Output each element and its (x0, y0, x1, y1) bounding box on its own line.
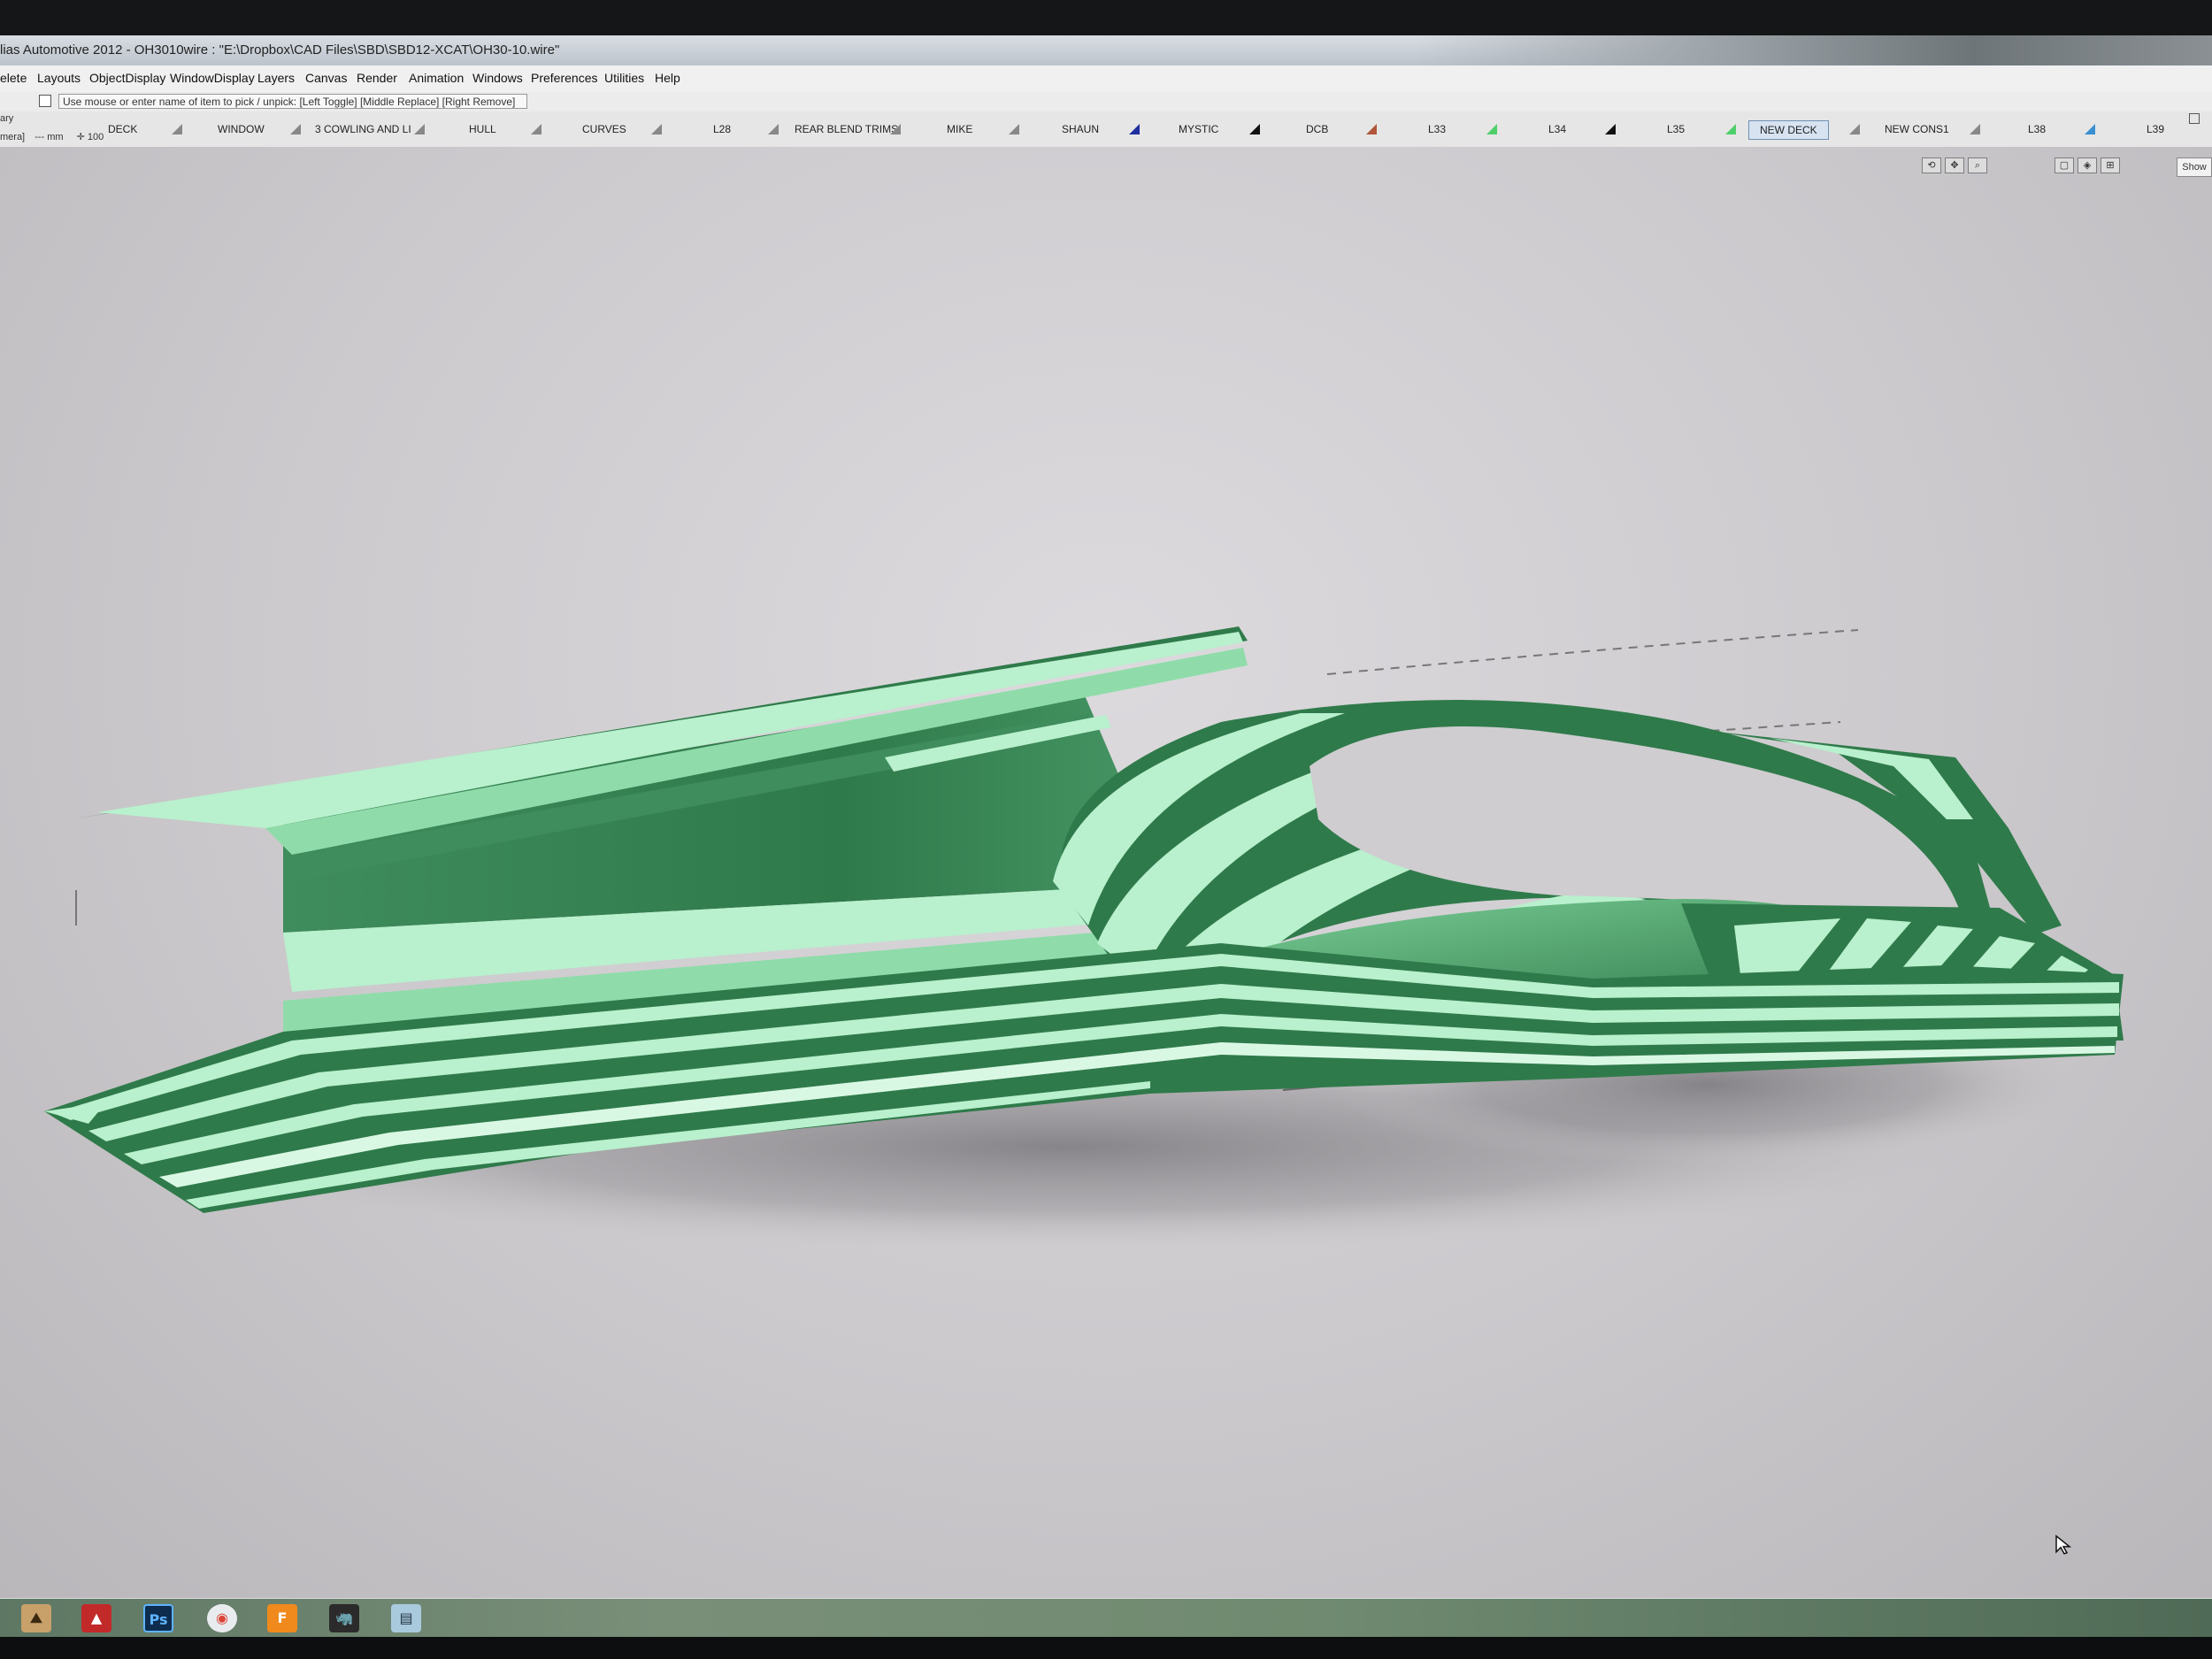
layer-visibility-icon[interactable] (531, 124, 541, 134)
layer-bar: ary mera] --- mm ✛ 100 DECK WINDOW 3 COW… (0, 111, 2212, 148)
camera-tumble-icon[interactable]: ⟲ (1922, 157, 1941, 173)
monitor-bezel (0, 1637, 2212, 1659)
zoom-value: 100 (87, 132, 104, 142)
layer-visibility-icon[interactable] (768, 124, 779, 134)
menu-objectdisplay[interactable]: ObjectDisplay (89, 71, 165, 85)
fusion-icon: F (277, 1609, 288, 1626)
alias-icon: ⛰ (30, 1609, 42, 1626)
layer-visibility-icon[interactable] (890, 124, 901, 134)
photoshop-icon: Ps (149, 1611, 168, 1628)
menu-layers[interactable]: Layers (257, 71, 295, 85)
layer-visibility-icon[interactable] (172, 124, 182, 134)
mouse-cursor-icon (2055, 1534, 2072, 1555)
windows-taskbar: ⛰ ▲ Ps ◉ F 🦏 ▤ (0, 1598, 2212, 1637)
rhino-icon: 🦏 (335, 1609, 353, 1626)
autodesk-icon: ▲ (90, 1609, 103, 1626)
taskbar-app-chrome[interactable]: ◉ (207, 1604, 237, 1632)
window-title-bar[interactable]: lias Automotive 2012 - OH3010wire : "E:\… (0, 35, 2212, 65)
taskbar-app-alias[interactable]: ⛰ (21, 1604, 51, 1632)
layer-visibility-icon[interactable] (1129, 124, 1140, 134)
layer-visibility-icon[interactable] (1486, 124, 1497, 134)
notepad-icon: ▤ (399, 1609, 413, 1626)
view-persp-icon[interactable]: ◈ (2078, 157, 2097, 173)
units-label: --- mm (35, 132, 64, 142)
layer-visibility-icon[interactable] (1366, 124, 1377, 134)
menu-animation[interactable]: Animation (409, 71, 464, 85)
taskbar-app-fusion[interactable]: F (267, 1604, 297, 1632)
layer-visibility-icon[interactable] (1725, 124, 1736, 134)
view-front-icon[interactable]: ▢ (2055, 157, 2074, 173)
menu-render[interactable]: Render (357, 71, 397, 85)
menu-bar: elete Layouts ObjectDisplay WindowDispla… (0, 65, 2212, 93)
camera-zoom-icon[interactable]: ⌕ (1968, 157, 1987, 173)
layer-visibility-icon[interactable] (2085, 124, 2095, 134)
menu-canvas[interactable]: Canvas (305, 71, 347, 85)
menu-windows[interactable]: Windows (472, 71, 523, 85)
menu-windowdisplay[interactable]: WindowDisplay (170, 71, 255, 85)
menu-help[interactable]: Help (655, 71, 680, 85)
layer-visibility-icon[interactable] (651, 124, 662, 134)
layerbar-left-label: ary (0, 113, 14, 124)
taskbar-app-photoshop[interactable]: Ps (143, 1604, 173, 1632)
chrome-icon: ◉ (216, 1609, 228, 1626)
construction-line (1326, 629, 1859, 675)
camera-track-icon[interactable]: ✥ (1945, 157, 1964, 173)
layer-visibility-icon[interactable] (1605, 124, 1616, 134)
camera-label: mera] --- mm ✛ 100 (0, 131, 104, 142)
prompt-input[interactable]: Use mouse or enter name of item to pick … (58, 94, 527, 109)
layer-visibility-icon[interactable] (1009, 124, 1019, 134)
layer-visibility-icon[interactable] (290, 124, 301, 134)
layer-visibility-icon[interactable] (414, 124, 425, 134)
prompt-history-icon[interactable] (39, 95, 51, 107)
boat-hull-model (44, 626, 2124, 1253)
view-maximize-icon[interactable]: ⊞ (2101, 157, 2120, 173)
taskbar-app-autodesk[interactable]: ▲ (81, 1604, 111, 1632)
title-bar-reflection (1416, 35, 2212, 65)
show-button[interactable]: Show (2177, 157, 2212, 177)
menu-delete[interactable]: elete (0, 71, 27, 85)
camera-name: mera] (0, 132, 26, 142)
window-title: lias Automotive 2012 - OH3010wire : "E:\… (0, 42, 560, 58)
taskbar-app-rhino[interactable]: 🦏 (329, 1604, 359, 1632)
layer-visibility-icon[interactable] (1970, 124, 1980, 134)
layer-visibility-icon[interactable] (1849, 124, 1860, 134)
menu-utilities[interactable]: Utilities (604, 71, 644, 85)
taskbar-app-notepad[interactable]: ▤ (391, 1604, 421, 1632)
crosshair-icon: ✛ (76, 132, 85, 142)
prompt-line: Use mouse or enter name of item to pick … (0, 92, 2212, 112)
monitor-screen: lias Automotive 2012 - OH3010wire : "E:\… (0, 35, 2212, 1637)
menu-layouts[interactable]: Layouts (37, 71, 81, 85)
menu-preferences[interactable]: Preferences (531, 71, 597, 85)
layer-visibility-icon[interactable] (1249, 124, 1260, 134)
modeling-viewport[interactable]: ⟲ ✥ ⌕ ▢ ◈ ⊞ Show (0, 147, 2212, 1598)
layerbar-scroll-icon[interactable] (2189, 113, 2200, 124)
